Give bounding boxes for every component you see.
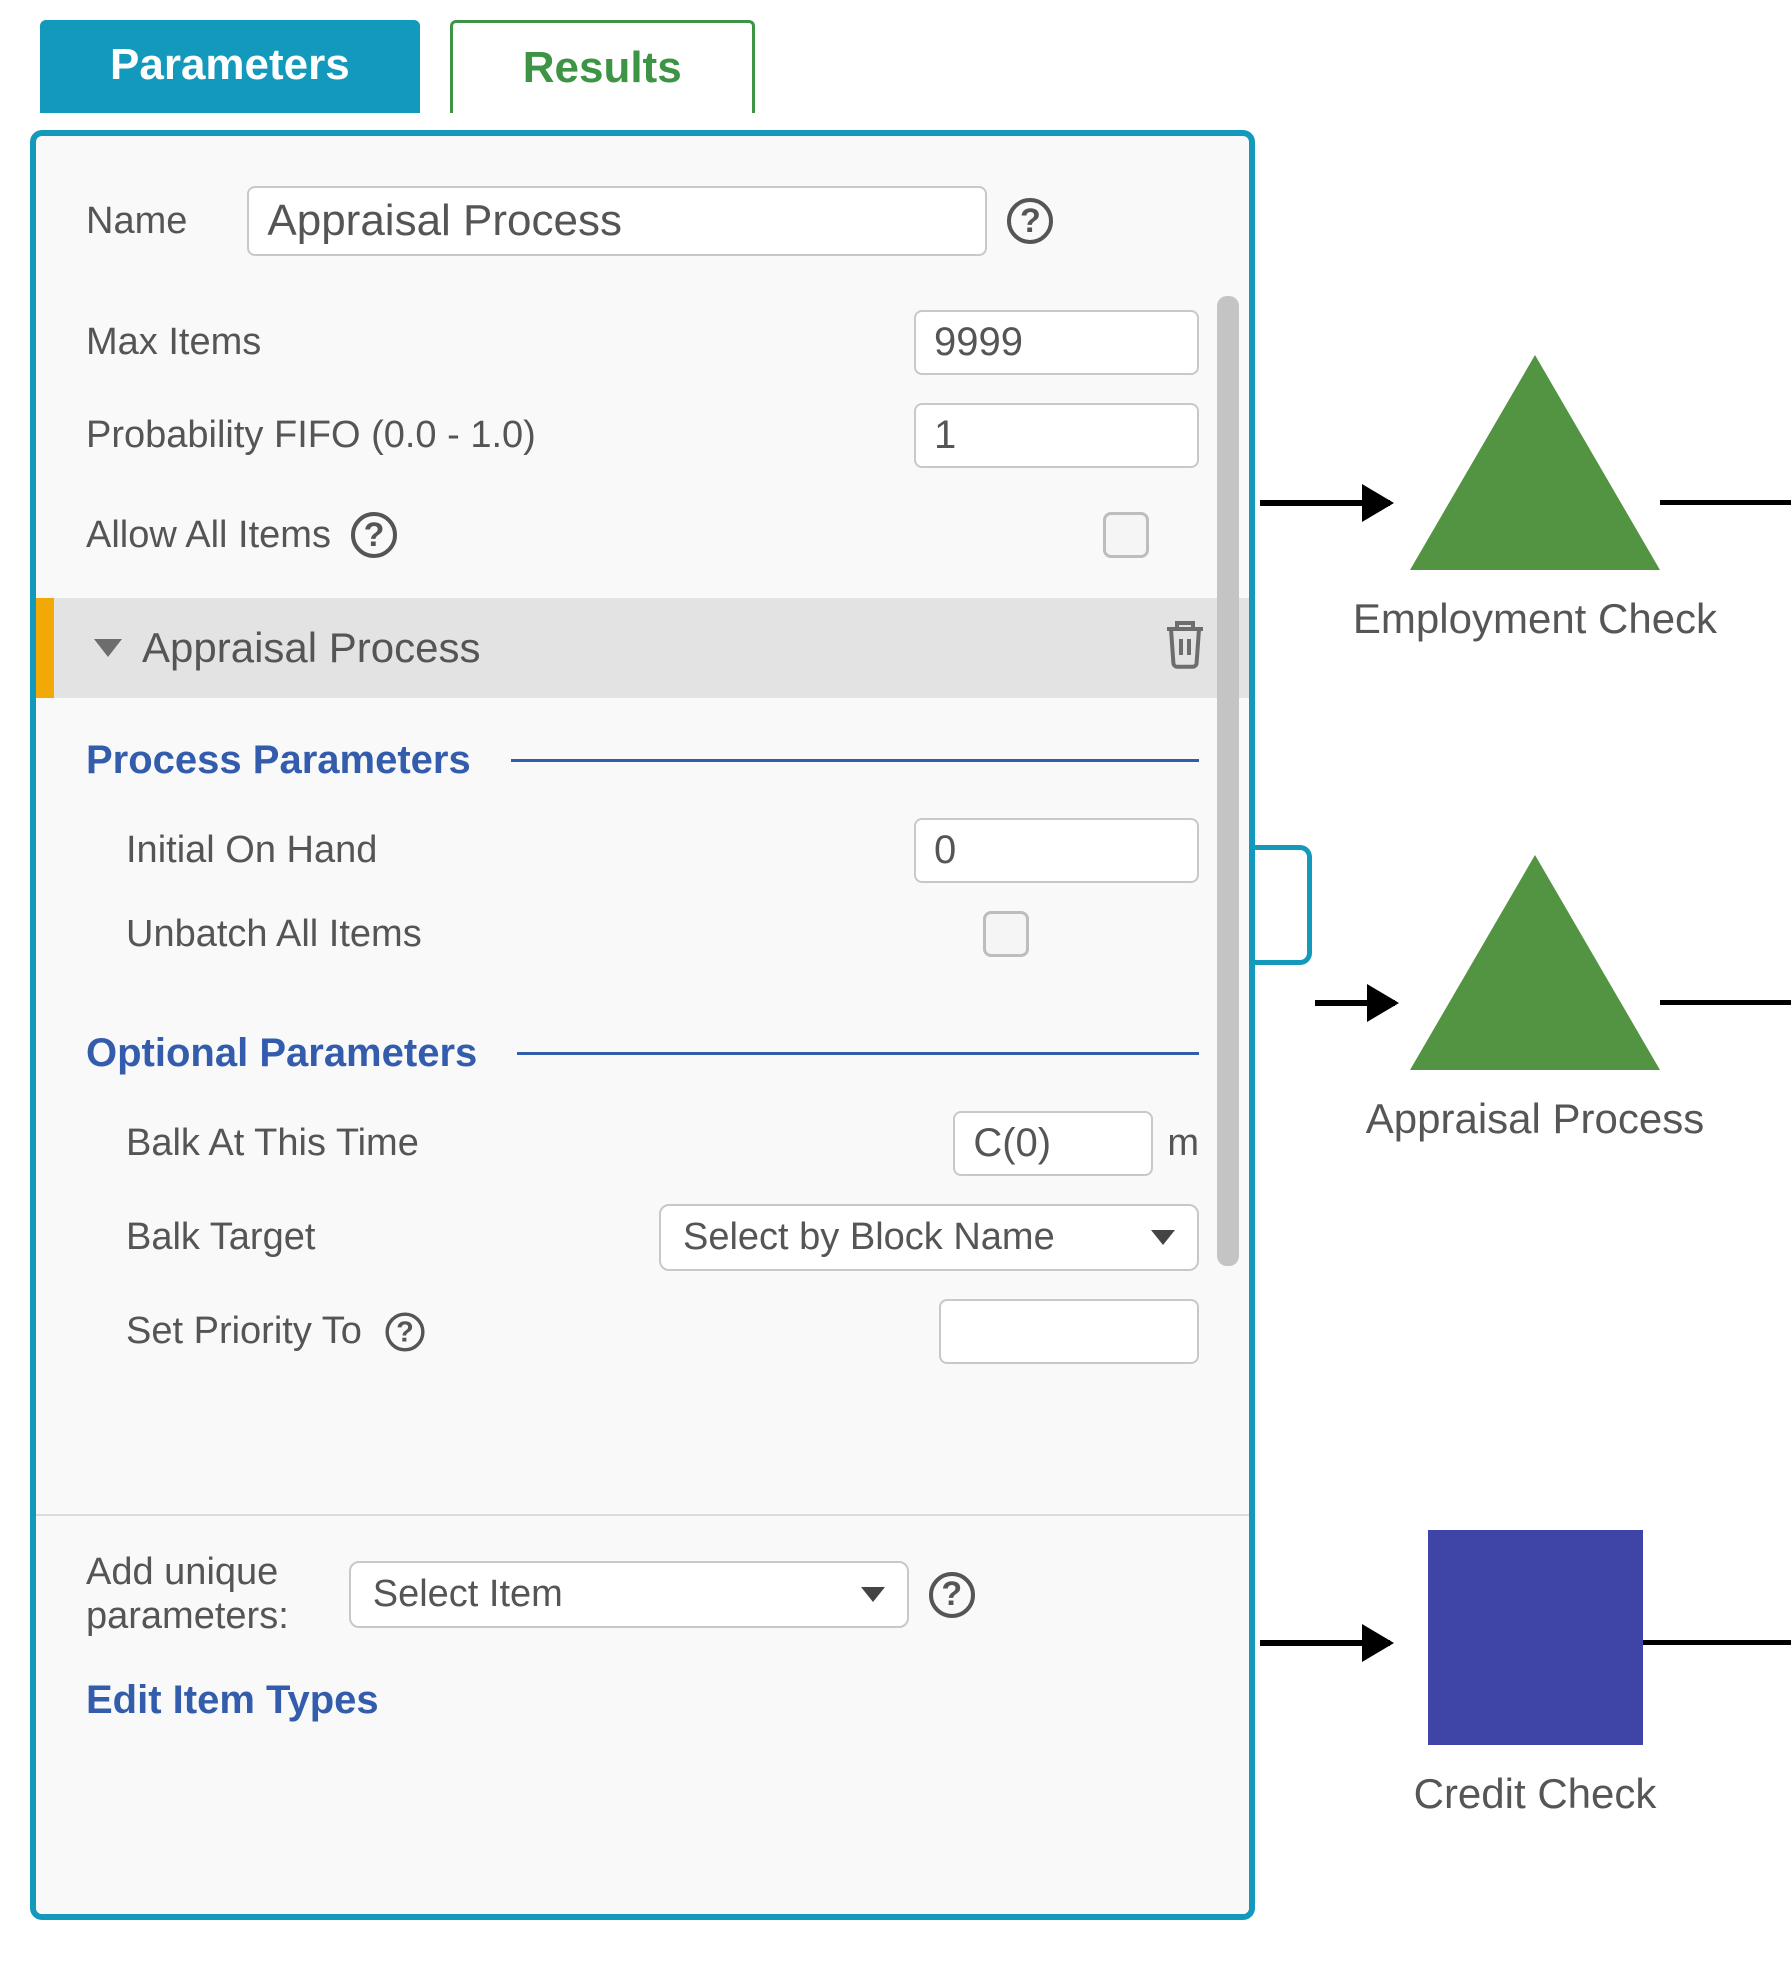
- balk-target-select[interactable]: Select by Block Name: [659, 1204, 1199, 1271]
- scrollbar[interactable]: [1217, 296, 1239, 1396]
- square-icon: [1428, 1530, 1643, 1745]
- diagram-node-credit-check[interactable]: Credit Check: [1305, 1530, 1765, 1818]
- tab-parameters[interactable]: Parameters: [40, 20, 420, 113]
- set-priority-input[interactable]: [939, 1299, 1199, 1364]
- triangle-icon: [1410, 855, 1660, 1070]
- help-icon[interactable]: ?: [385, 1312, 424, 1351]
- diagram-node-appraisal-process[interactable]: Appraisal Process: [1305, 855, 1765, 1143]
- add-unique-label: Add unique: [86, 1551, 289, 1595]
- unbatch-label: Unbatch All Items: [126, 913, 422, 956]
- balk-target-value: Select by Block Name: [683, 1216, 1055, 1259]
- diagram-node-employment-check[interactable]: Employment Check: [1305, 355, 1765, 643]
- flow-diagram: Employment Check Appraisal Process Credi…: [1255, 300, 1791, 1950]
- item-type-title: Appraisal Process: [142, 624, 480, 672]
- tab-results[interactable]: Results: [450, 20, 755, 113]
- node-label: Appraisal Process: [1366, 1095, 1704, 1143]
- chevron-down-icon: [94, 639, 122, 657]
- initial-on-hand-label: Initial On Hand: [126, 829, 377, 872]
- add-unique-value: Select Item: [373, 1573, 563, 1616]
- name-label: Name: [86, 200, 187, 243]
- chevron-down-icon: [861, 1587, 885, 1602]
- unbatch-checkbox[interactable]: [983, 911, 1029, 957]
- section-optional-parameters: Optional Parameters: [36, 971, 1249, 1076]
- initial-on-hand-input[interactable]: [914, 818, 1199, 883]
- allow-all-label: Allow All Items: [86, 514, 331, 557]
- allow-all-checkbox[interactable]: [1103, 512, 1149, 558]
- set-priority-label: Set Priority To: [126, 1310, 362, 1353]
- section-process-parameters: Process Parameters: [36, 698, 1249, 783]
- section-title: Optional Parameters: [86, 1031, 477, 1076]
- scrollbar-thumb[interactable]: [1217, 296, 1239, 1266]
- help-icon[interactable]: ?: [351, 512, 397, 558]
- panel-scroll-area: Name ? Max Items Probability FIFO (0.0 -…: [36, 136, 1249, 1526]
- node-label: Employment Check: [1353, 595, 1717, 643]
- help-icon[interactable]: ?: [929, 1572, 975, 1618]
- max-items-label: Max Items: [86, 321, 261, 364]
- node-label: Credit Check: [1414, 1770, 1657, 1818]
- chevron-down-icon: [1151, 1230, 1175, 1245]
- balk-time-input[interactable]: [953, 1111, 1153, 1176]
- prob-fifo-label: Probability FIFO (0.0 - 1.0): [86, 414, 536, 457]
- panel-footer: Add unique parameters: Select Item ? Edi…: [36, 1514, 1249, 1914]
- triangle-icon: [1410, 355, 1660, 570]
- edit-item-types-link[interactable]: Edit Item Types: [86, 1678, 1199, 1723]
- add-unique-label: parameters:: [86, 1595, 289, 1639]
- balk-time-label: Balk At This Time: [126, 1122, 419, 1165]
- balk-time-unit: m: [1167, 1122, 1199, 1165]
- trash-icon[interactable]: [1161, 617, 1209, 679]
- max-items-input[interactable]: [914, 310, 1199, 375]
- add-unique-select[interactable]: Select Item: [349, 1561, 909, 1628]
- section-title: Process Parameters: [86, 738, 471, 783]
- help-icon[interactable]: ?: [1007, 198, 1053, 244]
- name-input[interactable]: [247, 186, 987, 256]
- tab-bar: Parameters Results: [0, 0, 1791, 113]
- balk-target-label: Balk Target: [126, 1216, 315, 1259]
- item-type-row[interactable]: Appraisal Process: [36, 598, 1249, 698]
- parameters-panel: Name ? Max Items Probability FIFO (0.0 -…: [30, 130, 1255, 1920]
- prob-fifo-input[interactable]: [914, 403, 1199, 468]
